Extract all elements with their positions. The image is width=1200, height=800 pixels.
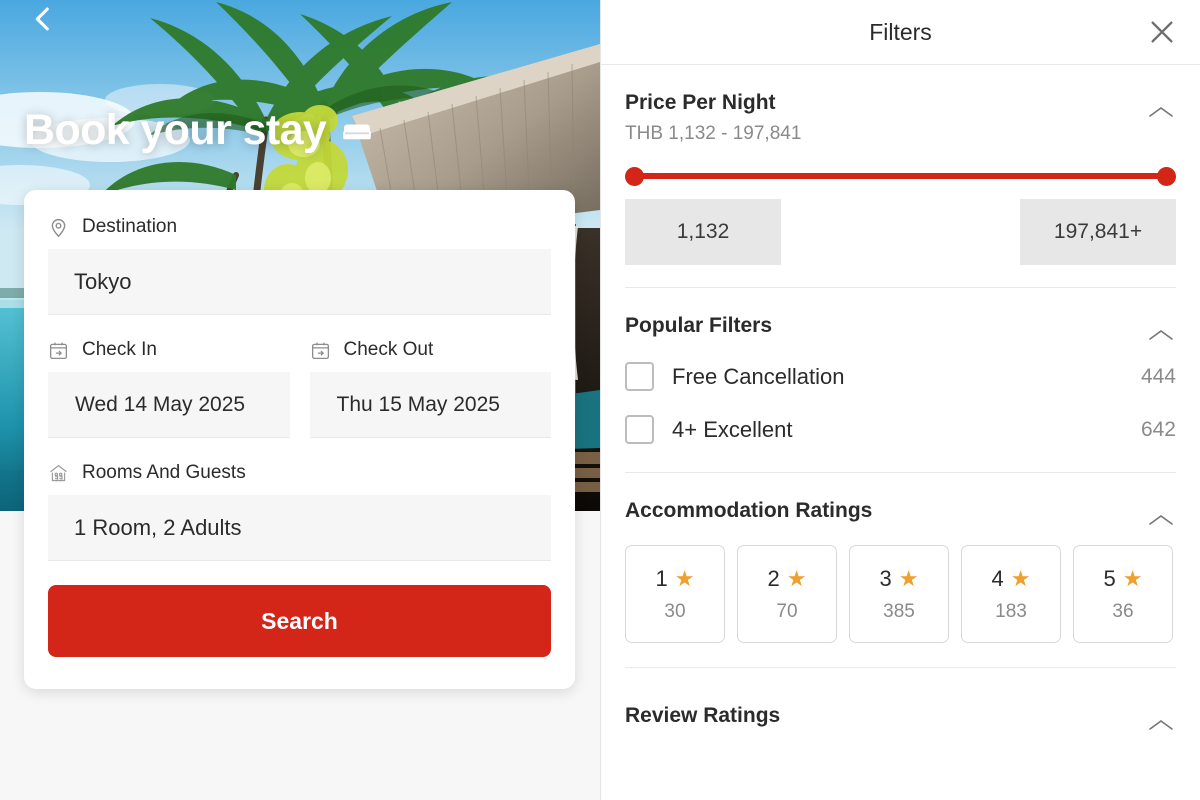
rating-count: 30 (664, 600, 686, 622)
calendar-arrow-out-icon (311, 342, 329, 359)
destination-label-row: Destination (48, 216, 551, 238)
house-family-icon (50, 464, 67, 481)
back-button[interactable] (26, 2, 60, 36)
price-max-box[interactable]: 197,841+ (1020, 199, 1176, 265)
review-section-header: Review Ratings (625, 668, 1176, 734)
rating-tile-1-star[interactable]: 1 ★ 30 (625, 545, 725, 643)
rooms-guests-label: Rooms And Guests (82, 462, 246, 483)
rating-number: 4 (991, 565, 1004, 591)
accommodation-section-title: Accommodation Ratings (625, 499, 873, 522)
star-icon: ★ (1010, 565, 1031, 591)
search-card: Destination Tokyo Check In Wed 14 May 20… (24, 190, 575, 689)
accommodation-section-header: Accommodation Ratings (625, 473, 1176, 529)
check-in-input[interactable]: Wed 14 May 2025 (48, 372, 290, 438)
star-icon: ★ (786, 565, 807, 591)
check-out-input[interactable]: Thu 15 May 2025 (309, 372, 551, 438)
close-icon[interactable] (1146, 16, 1178, 48)
destination-label: Destination (82, 216, 178, 237)
check-in-label: Check In (82, 339, 157, 360)
check-in-field-group: Check In Wed 14 May 2025 (48, 339, 290, 438)
check-in-label-row: Check In (48, 339, 290, 361)
price-section-title: Price Per Night (625, 91, 776, 114)
booking-pane: Book your stay Destination Tokyo Check I… (0, 0, 600, 800)
bed-icon (343, 124, 372, 139)
check-out-label: Check Out (343, 339, 434, 360)
chevron-up-icon[interactable] (1146, 716, 1176, 734)
price-slider[interactable] (625, 159, 1176, 193)
filters-header: Filters (601, 0, 1200, 65)
rooms-guests-input[interactable]: 1 Room, 2 Adults (48, 495, 551, 561)
dates-row: Check In Wed 14 May 2025 Check Out Thu 1… (48, 339, 551, 438)
popular-section-header: Popular Filters (625, 288, 1176, 344)
filters-title: Filters (869, 18, 932, 45)
filter-count: 444 (1140, 364, 1176, 388)
rating-number: 3 (879, 565, 892, 591)
price-min-box[interactable]: 1,132 (625, 199, 781, 265)
filter-label: 4+ Excellent (672, 416, 793, 442)
rating-tile-5-star[interactable]: 5 ★ 36 (1073, 545, 1173, 643)
checkbox[interactable] (625, 415, 654, 444)
checkbox[interactable] (625, 362, 654, 391)
chevron-up-icon[interactable] (1146, 326, 1176, 344)
star-icon: ★ (674, 565, 695, 591)
destination-field-group: Destination Tokyo (48, 216, 551, 315)
price-range-text: THB 1,132 - 197,841 (625, 123, 802, 144)
popular-filters-section: Popular Filters Free Cancellation 444 4+… (601, 288, 1200, 472)
rating-tile-top: 5 ★ (1104, 566, 1143, 592)
rooms-guests-label-row: Rooms And Guests (48, 462, 551, 484)
rating-count: 385 (883, 600, 915, 622)
destination-input[interactable]: Tokyo (48, 249, 551, 315)
rating-tile-top: 4 ★ (992, 566, 1031, 592)
star-icon: ★ (1122, 565, 1143, 591)
filter-4plus-excellent[interactable]: 4+ Excellent 642 (625, 403, 1176, 456)
rating-tile-2-star[interactable]: 2 ★ 70 (737, 545, 837, 643)
rating-count: 183 (995, 600, 1027, 622)
rating-tile-top: 2 ★ (768, 566, 807, 592)
rating-number: 2 (767, 565, 780, 591)
rating-count: 36 (1112, 600, 1134, 622)
price-slider-min-handle[interactable] (625, 167, 644, 186)
rooms-guests-field-group: Rooms And Guests 1 Room, 2 Adults (48, 462, 551, 561)
accommodation-rating-tiles: 1 ★ 30 2 ★ 70 3 ★ 385 4 ★ 183 5 ★ 36 (625, 545, 1176, 643)
price-value-boxes: 1,132 197,841+ (625, 199, 1176, 265)
filter-count: 642 (1140, 417, 1176, 441)
filter-free-cancellation[interactable]: Free Cancellation 444 (625, 350, 1176, 403)
check-out-label-row: Check Out (310, 339, 552, 361)
review-ratings-section: Review Ratings (601, 668, 1200, 734)
price-slider-max-handle[interactable] (1157, 167, 1176, 186)
rating-tile-4-star[interactable]: 4 ★ 183 (961, 545, 1061, 643)
rating-tile-3-star[interactable]: 3 ★ 385 (849, 545, 949, 643)
accommodation-ratings-section: Accommodation Ratings 1 ★ 30 2 ★ 70 3 ★ … (601, 473, 1200, 667)
rating-tile-top: 3 ★ (880, 566, 919, 592)
search-button[interactable]: Search (48, 585, 551, 657)
filter-label: Free Cancellation (672, 363, 845, 389)
chevron-up-icon[interactable] (1146, 511, 1176, 529)
location-pin-icon (51, 218, 66, 237)
chevron-up-icon[interactable] (1146, 103, 1176, 121)
check-out-field-group: Check Out Thu 15 May 2025 (309, 339, 552, 438)
rating-number: 1 (655, 565, 668, 591)
review-section-title: Review Ratings (625, 704, 781, 727)
calendar-arrow-in-icon (49, 342, 68, 359)
star-icon: ★ (898, 565, 919, 591)
price-slider-track (634, 173, 1167, 179)
hero-title: Book your stay (24, 106, 372, 155)
rating-count: 70 (776, 600, 798, 622)
rating-tile-top: 1 ★ (656, 566, 695, 592)
price-per-night-section: Price Per Night THB 1,132 - 197,841 1,13… (601, 65, 1200, 287)
hero-title-text: Book your stay (24, 106, 327, 154)
filters-panel: Filters Price Per Night THB 1,132 - 197,… (600, 0, 1200, 800)
app-screen: Book your stay Destination Tokyo Check I… (0, 0, 1200, 800)
rating-number: 5 (1103, 565, 1116, 591)
popular-section-title: Popular Filters (625, 314, 773, 337)
price-section-header: Price Per Night THB 1,132 - 197,841 (625, 65, 1176, 145)
